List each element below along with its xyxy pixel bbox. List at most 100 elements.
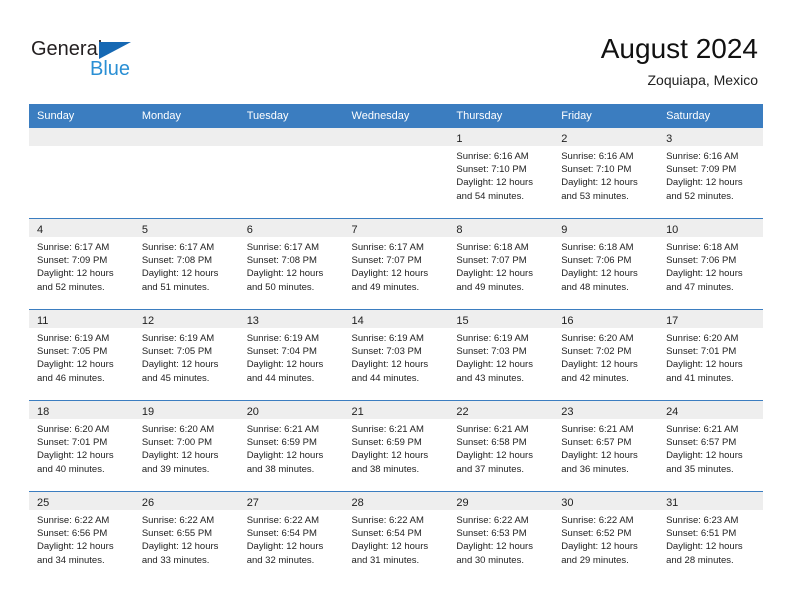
day-cell[interactable]: 11 Sunrise: 6:19 AM Sunset: 7:05 PM Dayl… (29, 309, 134, 401)
day-number: 1 (456, 133, 463, 145)
calendar-body: 1 Sunrise: 6:16 AM Sunset: 7:10 PM Dayli… (29, 128, 763, 582)
page-subtitle: Zoquiapa, Mexico (647, 72, 758, 88)
day-number-band: 31 (658, 492, 763, 510)
daylight-text-line1: Daylight: 12 hours (351, 541, 429, 553)
day-cell[interactable]: 14 Sunrise: 6:19 AM Sunset: 7:03 PM Dayl… (343, 309, 449, 401)
sunrise-text: Sunrise: 6:20 AM (141, 424, 215, 435)
day-cell[interactable]: 13 Sunrise: 6:19 AM Sunset: 7:04 PM Dayl… (238, 309, 344, 401)
day-cell[interactable]: 17 Sunrise: 6:20 AM Sunset: 7:01 PM Dayl… (658, 309, 763, 401)
day-cell[interactable]: 28 Sunrise: 6:22 AM Sunset: 6:54 PM Dayl… (343, 491, 449, 582)
daylight-text-line2: and 29 minutes. (561, 554, 629, 566)
day-cell[interactable]: 18 Sunrise: 6:20 AM Sunset: 7:01 PM Dayl… (29, 400, 134, 492)
day-number-band: 5 (133, 219, 239, 237)
day-cell[interactable]: 19 Sunrise: 6:20 AM Sunset: 7:00 PM Dayl… (133, 400, 239, 492)
day-cell[interactable]: 29 Sunrise: 6:22 AM Sunset: 6:53 PM Dayl… (448, 491, 554, 582)
day-cell[interactable]: 16 Sunrise: 6:20 AM Sunset: 7:02 PM Dayl… (553, 309, 659, 401)
day-cell[interactable]: 5 Sunrise: 6:17 AM Sunset: 7:08 PM Dayli… (133, 218, 239, 310)
daylight-text-line1: Daylight: 12 hours (456, 541, 533, 553)
daylight-text-line2: and 49 minutes. (351, 281, 420, 293)
daylight-text-line1: Daylight: 12 hours (37, 359, 114, 371)
day-number: 22 (456, 406, 469, 418)
daylight-text-line2: and 49 minutes. (456, 281, 524, 293)
day-number-band: 30 (553, 492, 659, 510)
daylight-text-line2: and 38 minutes. (351, 463, 420, 475)
calendar-table: Sunday Monday Tuesday Wednesday Thursday… (29, 104, 763, 582)
sunrise-text: Sunrise: 6:17 AM (351, 242, 424, 253)
sunset-text: Sunset: 7:06 PM (666, 255, 737, 267)
day-info: Sunrise: 6:23 AM Sunset: 6:51 PM Dayligh… (658, 510, 763, 567)
day-number-band: 20 (238, 401, 344, 419)
sunrise-text: Sunrise: 6:16 AM (666, 151, 739, 162)
day-info: Sunrise: 6:20 AM Sunset: 7:01 PM Dayligh… (658, 328, 763, 385)
daylight-text-line1: Daylight: 12 hours (246, 359, 324, 371)
day-number: 6 (246, 224, 253, 236)
day-cell[interactable]: 4 Sunrise: 6:17 AM Sunset: 7:09 PM Dayli… (29, 218, 134, 310)
daylight-text-line2: and 35 minutes. (666, 463, 734, 475)
day-number: 5 (141, 224, 148, 236)
day-cell[interactable]: 7 Sunrise: 6:17 AM Sunset: 7:07 PM Dayli… (343, 218, 449, 310)
day-number-band: 16 (553, 310, 659, 328)
daylight-text-line2: and 53 minutes. (561, 190, 629, 202)
day-cell[interactable]: 25 Sunrise: 6:22 AM Sunset: 6:56 PM Dayl… (29, 491, 134, 582)
sunset-text: Sunset: 7:01 PM (37, 437, 108, 449)
daylight-text-line1: Daylight: 12 hours (37, 268, 114, 280)
day-cell[interactable]: 3 Sunrise: 6:16 AM Sunset: 7:09 PM Dayli… (658, 128, 763, 219)
sunrise-text: Sunrise: 6:22 AM (37, 515, 110, 526)
day-info: Sunrise: 6:20 AM Sunset: 7:01 PM Dayligh… (29, 419, 134, 476)
day-info: Sunrise: 6:22 AM Sunset: 6:52 PM Dayligh… (553, 510, 658, 567)
day-cell[interactable] (343, 128, 449, 219)
day-info: Sunrise: 6:17 AM Sunset: 7:09 PM Dayligh… (29, 237, 134, 294)
day-info (239, 146, 344, 150)
day-cell[interactable]: 31 Sunrise: 6:23 AM Sunset: 6:51 PM Dayl… (658, 491, 763, 582)
day-cell[interactable]: 27 Sunrise: 6:22 AM Sunset: 6:54 PM Dayl… (238, 491, 344, 582)
day-cell[interactable]: 26 Sunrise: 6:22 AM Sunset: 6:55 PM Dayl… (133, 491, 239, 582)
sunrise-text: Sunrise: 6:19 AM (456, 333, 529, 344)
day-cell[interactable]: 21 Sunrise: 6:21 AM Sunset: 6:59 PM Dayl… (343, 400, 449, 492)
day-number: 8 (456, 224, 463, 236)
daylight-text-line1: Daylight: 12 hours (351, 359, 429, 371)
week-row: 25 Sunrise: 6:22 AM Sunset: 6:56 PM Dayl… (29, 491, 763, 582)
day-number-band: 22 (448, 401, 554, 419)
day-number-band: 1 (448, 128, 554, 146)
day-number: 24 (666, 406, 679, 418)
daylight-text-line1: Daylight: 12 hours (666, 541, 743, 553)
day-cell[interactable]: 1 Sunrise: 6:16 AM Sunset: 7:10 PM Dayli… (448, 128, 554, 219)
daylight-text-line1: Daylight: 12 hours (141, 541, 219, 553)
daylight-text-line2: and 32 minutes. (246, 554, 315, 566)
day-cell[interactable]: 8 Sunrise: 6:18 AM Sunset: 7:07 PM Dayli… (448, 218, 554, 310)
day-cell[interactable]: 30 Sunrise: 6:22 AM Sunset: 6:52 PM Dayl… (553, 491, 659, 582)
sunset-text: Sunset: 6:53 PM (456, 528, 527, 540)
day-number-band (29, 128, 134, 146)
day-cell[interactable]: 12 Sunrise: 6:19 AM Sunset: 7:05 PM Dayl… (133, 309, 239, 401)
day-number: 19 (141, 406, 155, 418)
day-cell[interactable]: 22 Sunrise: 6:21 AM Sunset: 6:58 PM Dayl… (448, 400, 554, 492)
day-info (344, 146, 449, 150)
day-cell[interactable]: 23 Sunrise: 6:21 AM Sunset: 6:57 PM Dayl… (553, 400, 659, 492)
sunrise-text: Sunrise: 6:21 AM (666, 424, 739, 435)
sunrise-text: Sunrise: 6:22 AM (561, 515, 634, 526)
day-cell[interactable] (238, 128, 344, 219)
daylight-text-line1: Daylight: 12 hours (141, 359, 219, 371)
day-cell[interactable]: 20 Sunrise: 6:21 AM Sunset: 6:59 PM Dayl… (238, 400, 344, 492)
day-number: 18 (37, 406, 50, 418)
day-cell[interactable]: 10 Sunrise: 6:18 AM Sunset: 7:06 PM Dayl… (658, 218, 763, 310)
day-info: Sunrise: 6:17 AM Sunset: 7:08 PM Dayligh… (239, 237, 344, 294)
day-cell[interactable] (29, 128, 134, 219)
day-info (29, 146, 134, 150)
day-number-band: 12 (133, 310, 239, 328)
sunset-text: Sunset: 6:54 PM (246, 528, 317, 540)
day-cell[interactable]: 6 Sunrise: 6:17 AM Sunset: 7:08 PM Dayli… (238, 218, 344, 310)
day-cell[interactable]: 24 Sunrise: 6:21 AM Sunset: 6:57 PM Dayl… (658, 400, 763, 492)
day-number: 16 (561, 315, 574, 327)
calendar-head: Sunday Monday Tuesday Wednesday Thursday… (29, 104, 763, 128)
daylight-text-line1: Daylight: 12 hours (561, 359, 638, 371)
day-number-band: 15 (448, 310, 554, 328)
general-blue-logo[interactable]: General Blue (31, 38, 171, 86)
day-number: 23 (561, 406, 574, 418)
sunrise-text: Sunrise: 6:18 AM (561, 242, 634, 253)
day-cell[interactable]: 15 Sunrise: 6:19 AM Sunset: 7:03 PM Dayl… (448, 309, 554, 401)
day-cell[interactable]: 2 Sunrise: 6:16 AM Sunset: 7:10 PM Dayli… (553, 128, 659, 219)
day-cell[interactable]: 9 Sunrise: 6:18 AM Sunset: 7:06 PM Dayli… (553, 218, 659, 310)
day-cell[interactable] (133, 128, 239, 219)
daylight-text-line2: and 47 minutes. (666, 281, 734, 293)
